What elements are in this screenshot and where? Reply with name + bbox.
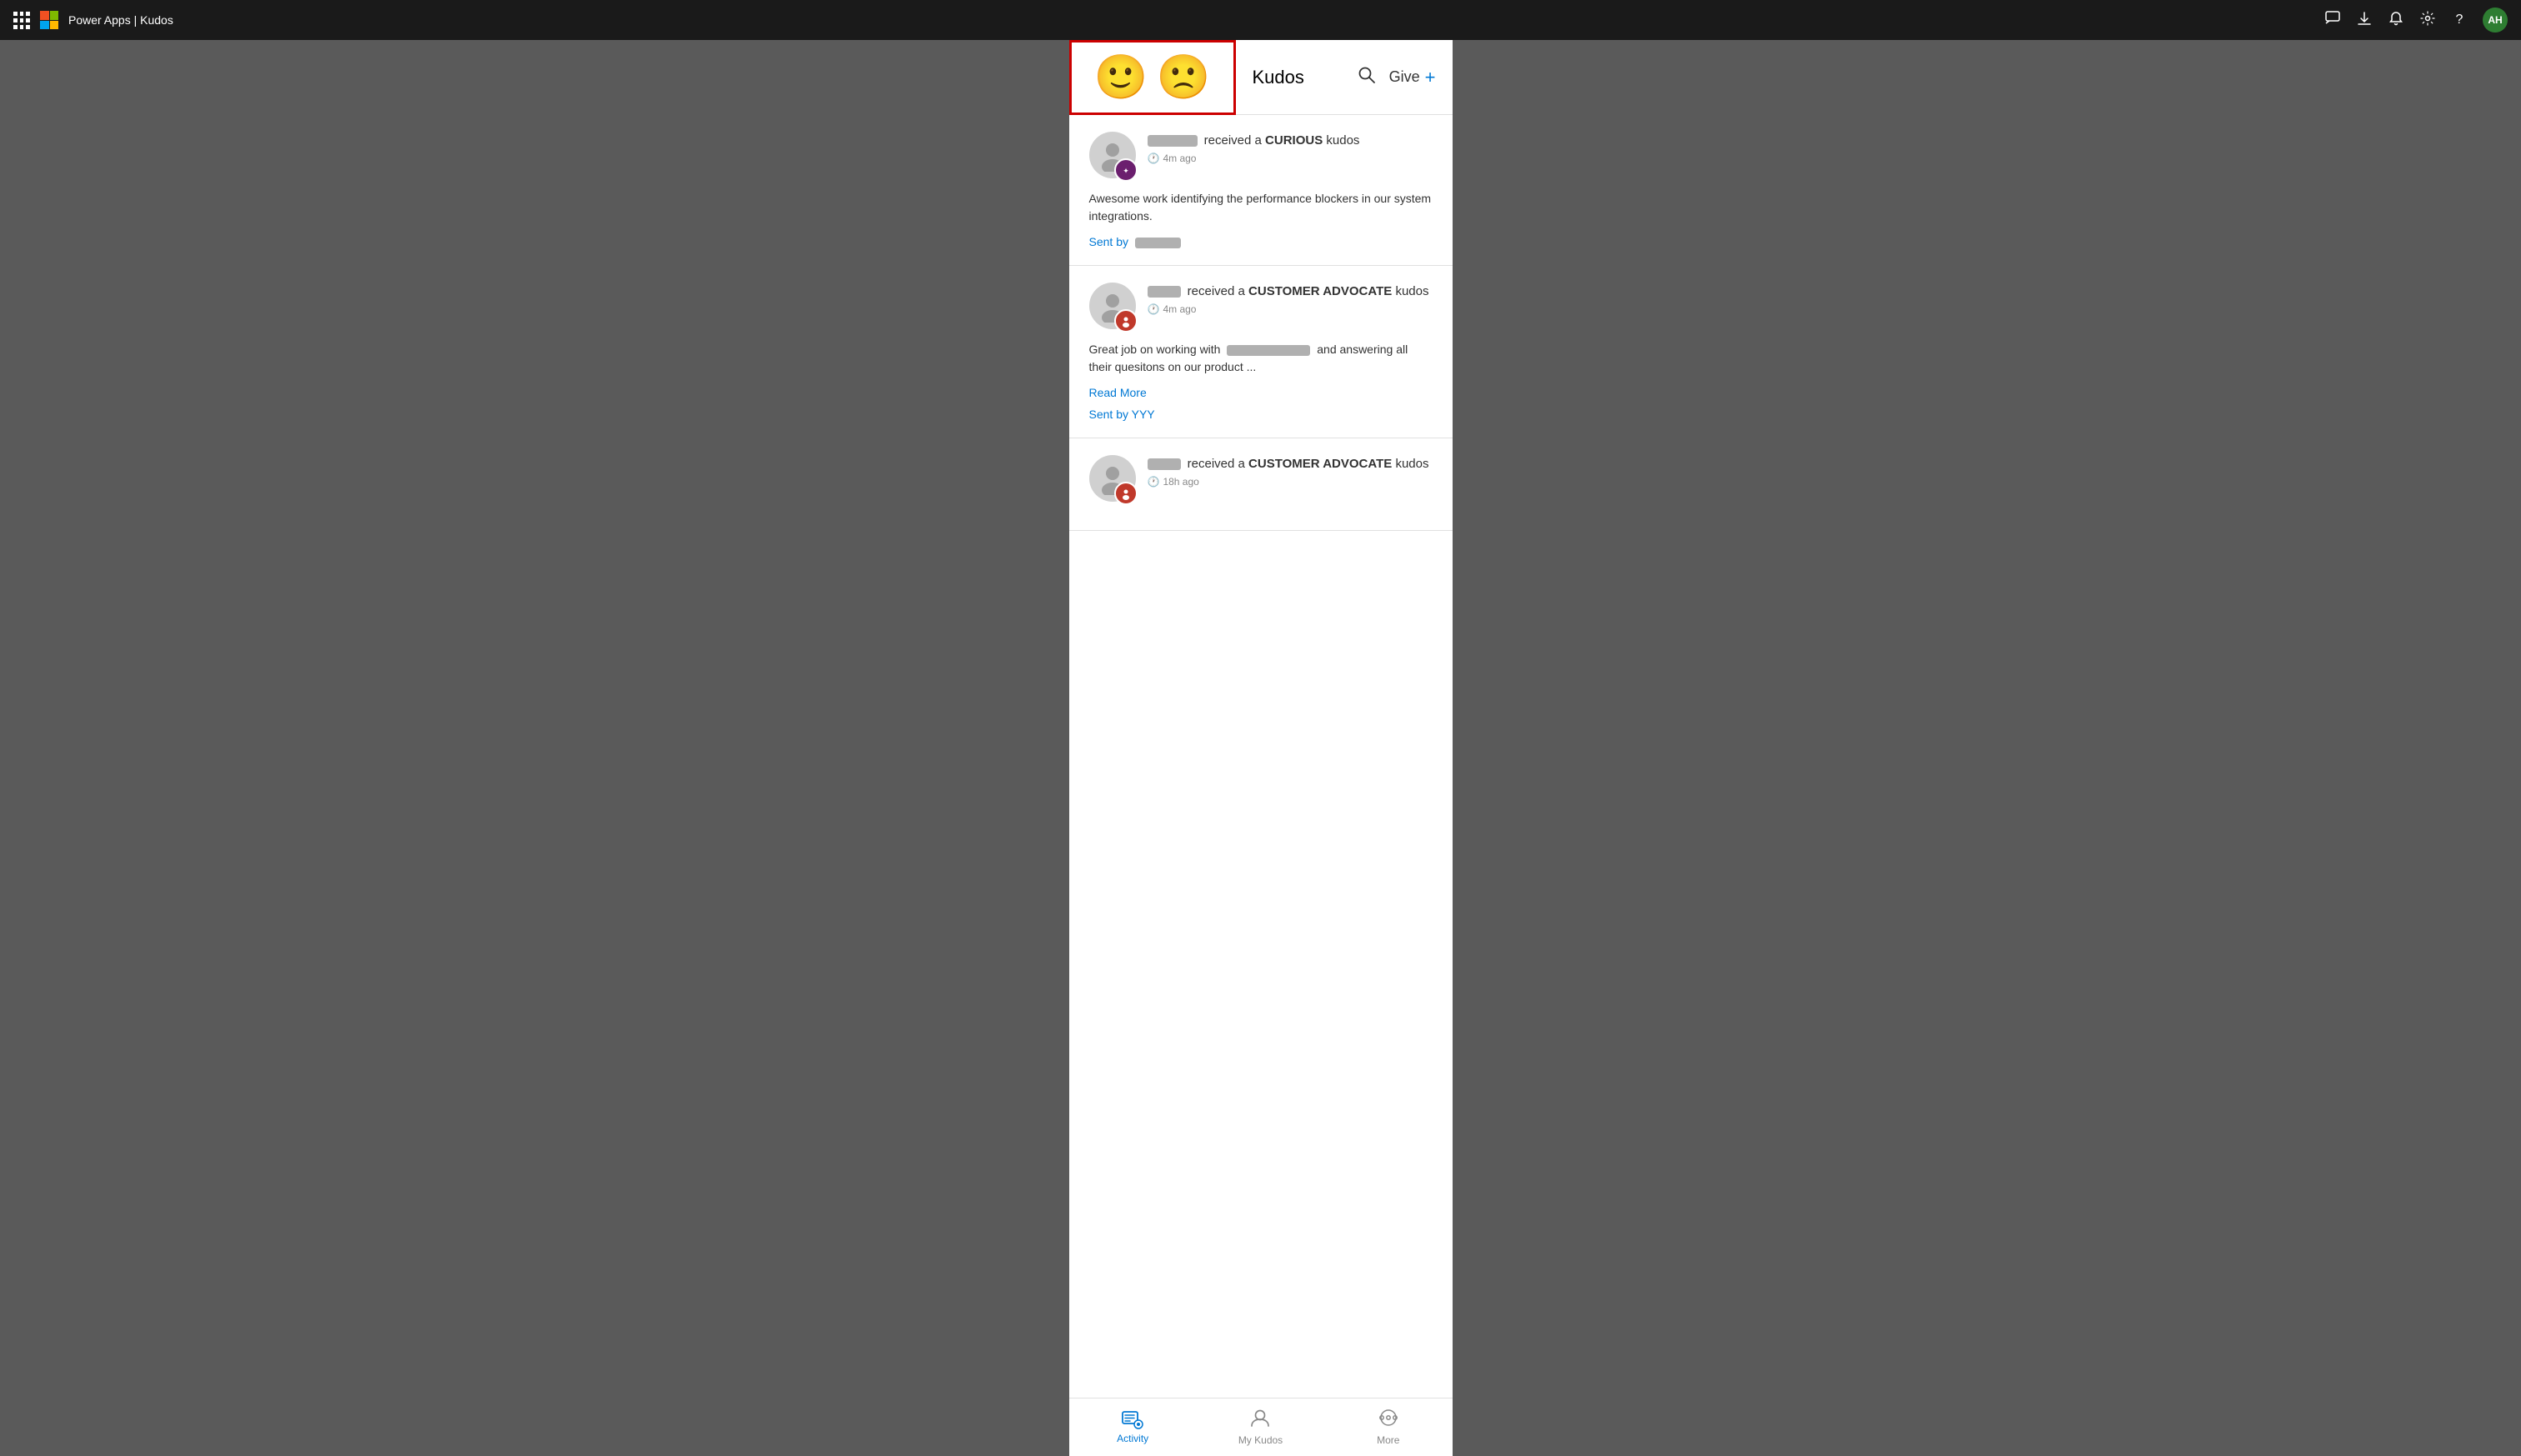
bottom-tab-bar: Activity My Kudos [1069, 1398, 1453, 1456]
activity-tab-label: Activity [1117, 1433, 1148, 1444]
read-more-link[interactable]: Read More [1089, 386, 1433, 399]
kudo-badge [1114, 309, 1138, 333]
sent-by-1[interactable]: Sent by [1089, 235, 1433, 248]
sad-face-icon: 🙁 [1157, 56, 1211, 99]
kudo-badge: ✦ [1114, 158, 1138, 182]
recipient-name-redacted [1148, 135, 1198, 147]
topbar: Power Apps | Kudos [0, 0, 2521, 40]
give-plus-icon: + [1425, 67, 1436, 88]
avatar-wrapper [1089, 455, 1136, 502]
give-button[interactable]: Give + [1389, 67, 1436, 88]
card-header: ✦ received a CURIOUS kudos 🕐 4m ago [1089, 132, 1433, 178]
notification-icon[interactable] [2388, 11, 2404, 30]
app-title: Power Apps | Kudos [68, 13, 173, 27]
happy-face-icon: 🙂 [1094, 56, 1148, 99]
card-title-area: received a CUSTOMER ADVOCATE kudos 🕐 4m … [1148, 283, 1433, 315]
user-avatar[interactable]: AH [2483, 8, 2508, 33]
waffle-menu-icon[interactable] [13, 12, 30, 28]
search-icon[interactable] [1358, 66, 1376, 89]
kudo-type-3: CUSTOMER ADVOCATE [1248, 457, 1392, 471]
kudo-badge [1114, 482, 1138, 505]
card-title-area: received a CUSTOMER ADVOCATE kudos 🕐 18h… [1148, 455, 1433, 488]
tab-more[interactable]: More [1324, 1398, 1452, 1456]
time-ago-2: 4m ago [1163, 303, 1196, 315]
clock-icon: 🕐 [1148, 303, 1160, 315]
recipient-name-redacted [1148, 458, 1181, 470]
timestamp-1: 🕐 4m ago [1148, 153, 1433, 164]
kudos-actions: Give + [1358, 66, 1436, 89]
feed-area: ✦ received a CURIOUS kudos 🕐 4m ago [1069, 115, 1453, 1398]
clock-icon: 🕐 [1148, 153, 1160, 164]
svg-text:✦: ✦ [1123, 167, 1129, 175]
card-title-text: received a CURIOUS kudos [1148, 132, 1433, 149]
time-ago-1: 4m ago [1163, 153, 1196, 164]
recipient-name-redacted [1148, 286, 1181, 298]
settings-icon[interactable] [2419, 11, 2436, 30]
kudo-type-1: CURIOUS [1265, 133, 1323, 148]
clock-icon: 🕐 [1148, 476, 1160, 488]
microsoft-logo [40, 11, 58, 29]
card-title-text: received a CUSTOMER ADVOCATE kudos [1148, 455, 1433, 473]
redacted-name-inline [1227, 345, 1310, 356]
avatar-wrapper [1089, 283, 1136, 329]
feedback-icon[interactable] [2324, 11, 2341, 30]
help-icon[interactable]: ? [2451, 13, 2468, 28]
emoji-header-highlighted: 🙂 🙁 [1069, 40, 1236, 115]
more-tab-icon [1378, 1408, 1399, 1431]
sender-name-redacted [1135, 238, 1181, 248]
topbar-actions: ? AH [2324, 8, 2508, 33]
avatar-wrapper: ✦ [1089, 132, 1136, 178]
card-message-2: Great job on working with and answering … [1089, 341, 1433, 376]
app-panel: 🙂 🙁 Kudos Give + [1069, 40, 1453, 1456]
main-content: 🙂 🙁 Kudos Give + [0, 40, 2521, 1456]
timestamp-2: 🕐 4m ago [1148, 303, 1433, 315]
card-header: received a CUSTOMER ADVOCATE kudos 🕐 4m … [1089, 283, 1433, 329]
tab-activity[interactable]: Activity [1069, 1398, 1197, 1456]
timestamp-3: 🕐 18h ago [1148, 476, 1433, 488]
download-icon[interactable] [2356, 11, 2373, 30]
card-message-1: Awesome work identifying the performance… [1089, 190, 1433, 225]
kudos-header: Kudos Give + [1236, 40, 1453, 115]
kudos-title: Kudos [1253, 67, 1304, 88]
kudos-card: received a CUSTOMER ADVOCATE kudos 🕐 18h… [1069, 438, 1453, 531]
card-title-text: received a CUSTOMER ADVOCATE kudos [1148, 283, 1433, 300]
card-title-area: received a CURIOUS kudos 🕐 4m ago [1148, 132, 1433, 164]
sent-by-2[interactable]: Sent by YYY [1089, 408, 1433, 421]
topbar-left: Power Apps | Kudos [13, 11, 173, 29]
give-label: Give [1389, 68, 1420, 86]
tab-my-kudos[interactable]: My Kudos [1197, 1398, 1324, 1456]
time-ago-3: 18h ago [1163, 476, 1198, 488]
more-tab-label: More [1377, 1434, 1399, 1446]
my-kudos-tab-label: My Kudos [1238, 1434, 1283, 1446]
kudo-type-2: CUSTOMER ADVOCATE [1248, 284, 1392, 298]
kudos-card: received a CUSTOMER ADVOCATE kudos 🕐 4m … [1069, 266, 1453, 438]
card-header: received a CUSTOMER ADVOCATE kudos 🕐 18h… [1089, 455, 1433, 502]
my-kudos-tab-icon [1250, 1408, 1270, 1431]
activity-tab-icon [1122, 1411, 1143, 1429]
kudos-card: ✦ received a CURIOUS kudos 🕐 4m ago [1069, 115, 1453, 266]
